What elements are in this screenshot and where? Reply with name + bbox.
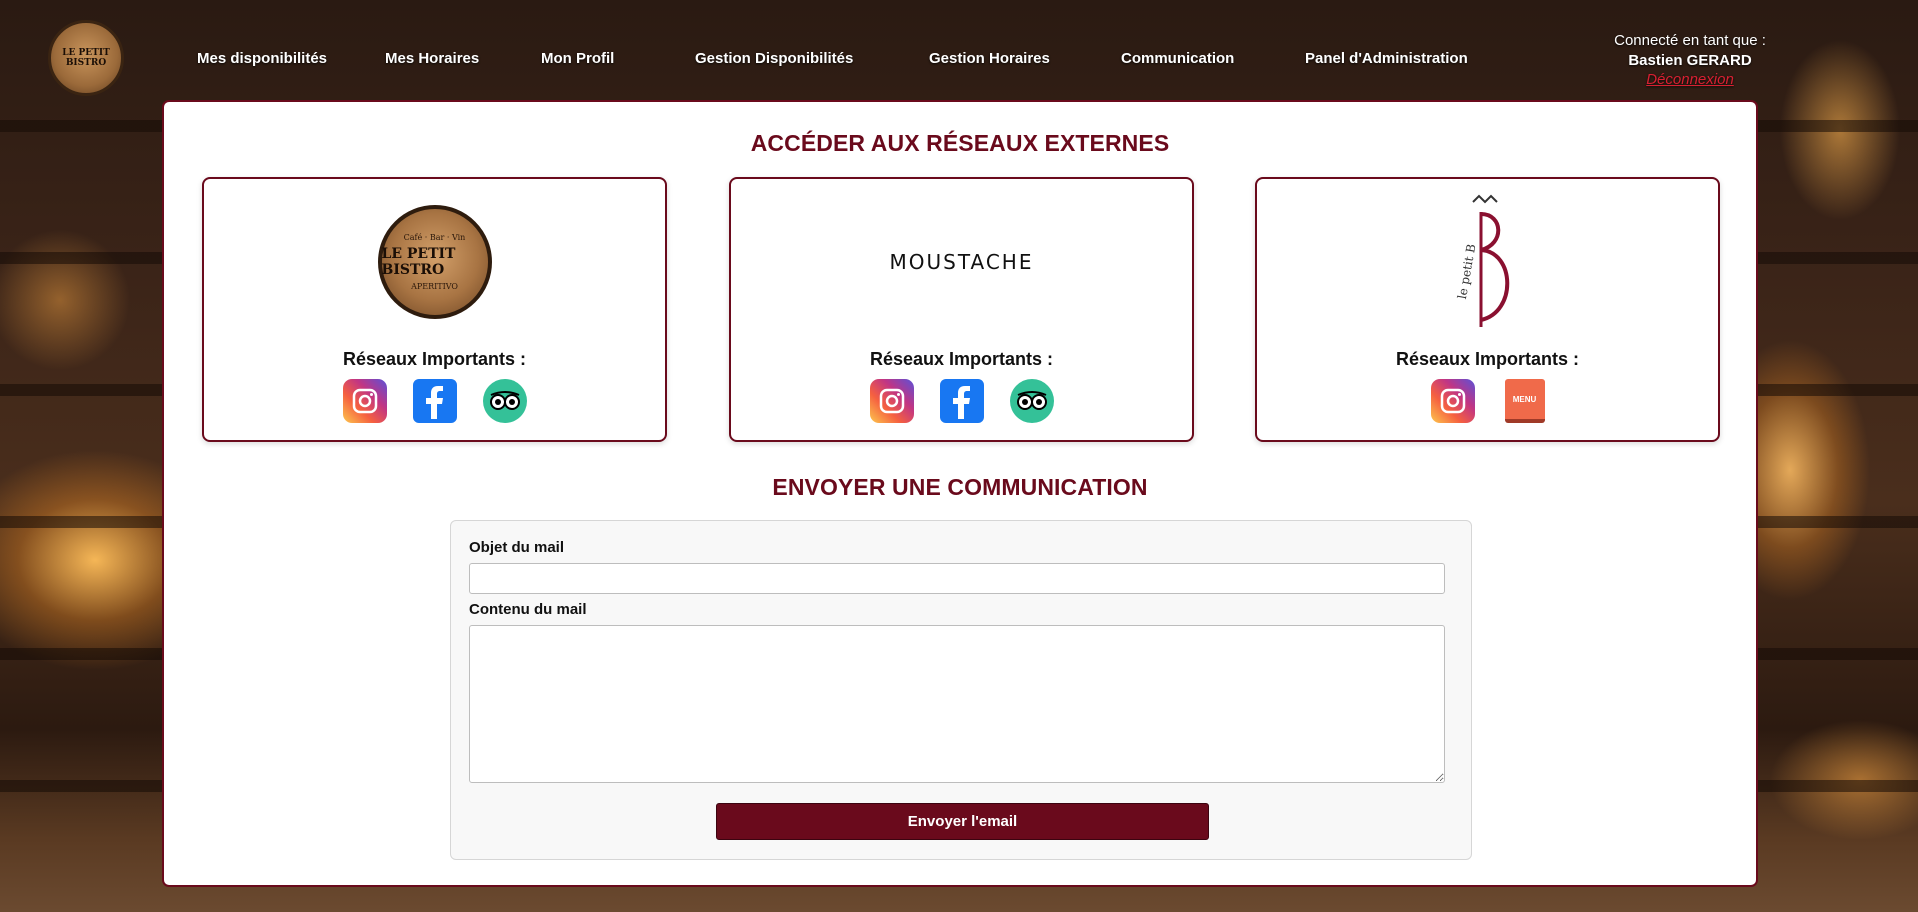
card-icons xyxy=(204,379,665,423)
card-icons: MENU xyxy=(1257,379,1718,423)
instagram-icon[interactable] xyxy=(869,379,914,423)
moustache-logo: MOUSTACHE xyxy=(889,250,1034,274)
card-logo-area: MOUSTACHE xyxy=(731,197,1192,327)
petit-bistro-logo: Café · Bar · Vin LE PETIT BISTRO APERITI… xyxy=(377,205,492,319)
instagram-icon[interactable] xyxy=(1430,379,1475,423)
site-logo[interactable]: LE PETIT BISTRO xyxy=(48,20,124,96)
logo-line-3: APERITIVO xyxy=(411,282,458,291)
logout-link[interactable]: Déconnexion xyxy=(1646,71,1734,88)
top-navbar: LE PETIT BISTRO Mes disponibilités Mes H… xyxy=(0,0,1918,100)
card-logo-area: Café · Bar · Vin LE PETIT BISTRO APERITI… xyxy=(204,197,665,327)
user-name: Bastien GERARD xyxy=(1628,52,1752,69)
background-shelf-right xyxy=(1758,0,1918,912)
logo-line-1: Café · Bar · Vin xyxy=(403,233,466,242)
menu-icon-label: MENU xyxy=(1512,394,1537,404)
background-shelf-left xyxy=(0,0,165,912)
email-form: Objet du mail Contenu du mail Envoyer l'… xyxy=(450,520,1472,860)
nav-communication[interactable]: Communication xyxy=(1121,50,1234,67)
site-logo-text: LE PETIT BISTRO xyxy=(62,48,110,68)
petit-b-logo: le petit B xyxy=(1454,194,1509,327)
nav-mes-horaires[interactable]: Mes Horaires xyxy=(385,50,479,67)
connected-label: Connecté en tant que : xyxy=(1614,32,1766,49)
main-panel: ACCÉDER AUX RÉSEAUX EXTERNES Café · Bar … xyxy=(162,100,1758,887)
content-label: Contenu du mail xyxy=(469,601,587,618)
menu-icon[interactable]: MENU xyxy=(1504,379,1545,423)
logo-line-2: LE PETIT BISTRO xyxy=(381,246,456,278)
nav-panel-administration[interactable]: Panel d'Administration xyxy=(1305,50,1468,67)
networks-title: ACCÉDER AUX RÉSEAUX EXTERNES xyxy=(750,130,1170,156)
network-card-petit-bistro: Café · Bar · Vin LE PETIT BISTRO APERITI… xyxy=(202,177,667,442)
content-textarea[interactable] xyxy=(469,625,1445,783)
user-info: Connecté en tant que : Bastien GERARD Dé… xyxy=(1585,32,1795,89)
send-email-button[interactable]: Envoyer l'email xyxy=(716,803,1209,840)
card-subtitle: Réseaux Importants : xyxy=(869,349,1054,369)
card-icons xyxy=(731,379,1192,423)
petit-b-logo-text: le petit B xyxy=(1454,243,1477,300)
nav-mes-disponibilites[interactable]: Mes disponibilités xyxy=(197,50,327,67)
card-logo-area: le petit B xyxy=(1257,194,1718,327)
tripadvisor-icon[interactable] xyxy=(482,379,527,423)
nav-gestion-disponibilites[interactable]: Gestion Disponibilités xyxy=(695,50,853,67)
tripadvisor-icon[interactable] xyxy=(1009,379,1054,423)
facebook-icon[interactable] xyxy=(412,379,457,423)
facebook-icon[interactable] xyxy=(939,379,984,423)
network-card-petit-b: le petit B Réseaux Importants : MENU xyxy=(1255,177,1720,442)
network-card-moustache: MOUSTACHE Réseaux Importants : xyxy=(729,177,1194,442)
subject-label: Objet du mail xyxy=(469,539,565,556)
communication-title: ENVOYER UNE COMMUNICATION xyxy=(772,474,1148,500)
nav-mon-profil[interactable]: Mon Profil xyxy=(541,50,614,67)
card-subtitle: Réseaux Importants : xyxy=(342,349,527,369)
instagram-icon[interactable] xyxy=(342,379,387,423)
card-subtitle: Réseaux Importants : xyxy=(1395,349,1580,369)
nav-gestion-horaires[interactable]: Gestion Horaires xyxy=(929,50,1050,67)
subject-input[interactable] xyxy=(469,563,1445,594)
